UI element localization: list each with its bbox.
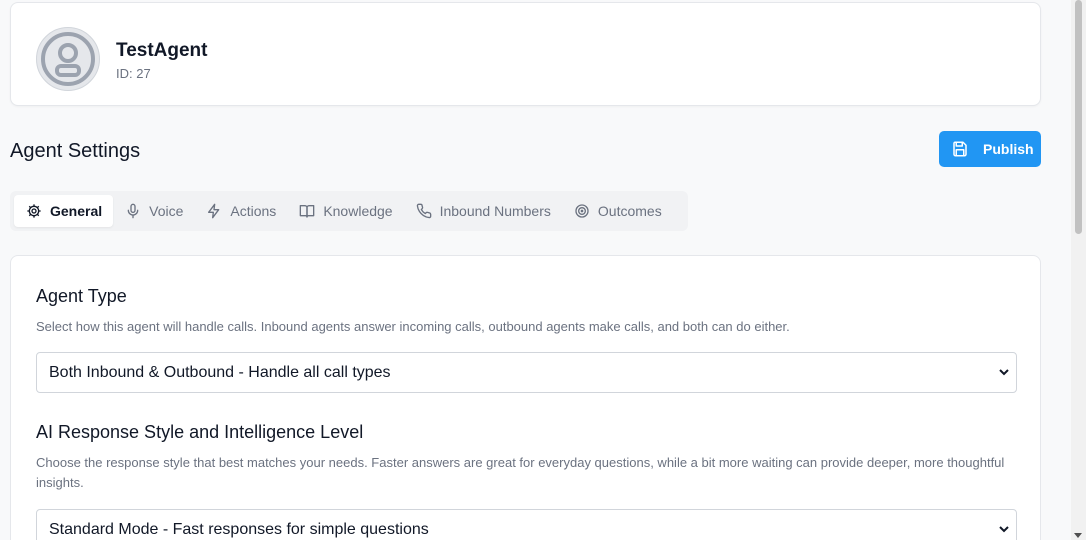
tab-knowledge[interactable]: Knowledge	[287, 195, 403, 227]
tab-label: Outcomes	[597, 203, 662, 219]
publish-button[interactable]: Publish	[939, 131, 1041, 167]
agent-type-title: Agent Type	[36, 286, 127, 306]
tab-label: Actions	[230, 203, 277, 219]
target-icon	[574, 203, 590, 219]
tab-general[interactable]: General	[14, 195, 114, 227]
response-style-title: AI Response Style and Intelligence Level	[36, 422, 364, 442]
page-scrollbar[interactable]	[1071, 0, 1086, 540]
scroll-down-arrow-icon[interactable]	[1074, 533, 1082, 538]
avatar	[36, 27, 100, 91]
page-title: Agent Settings	[10, 140, 141, 162]
tab-outcomes[interactable]: Outcomes	[562, 195, 673, 227]
settings-tabs: General Voice Actions Knowledge Inbound …	[10, 191, 688, 231]
microphone-icon	[125, 203, 141, 219]
tab-label: Voice	[149, 203, 184, 219]
tab-voice[interactable]: Voice	[113, 195, 194, 227]
tab-label: Knowledge	[323, 203, 393, 219]
save-icon	[951, 140, 969, 158]
agent-type-selected-value: Both Inbound & Outbound - Handle all cal…	[49, 363, 391, 381]
scrollbar-thumb[interactable]	[1075, 0, 1082, 234]
gear-icon	[26, 203, 42, 219]
phone-icon	[416, 203, 432, 219]
tab-label: General	[50, 203, 103, 219]
chevron-down-icon	[999, 526, 1009, 533]
page: TestAgent ID: 27 Agent Settings Publish …	[0, 0, 1086, 540]
response-style-select[interactable]: Standard Mode - Fast responses for simpl…	[36, 509, 1017, 540]
response-style-selected-value: Standard Mode - Fast responses for simpl…	[49, 520, 429, 538]
tab-inbound-numbers[interactable]: Inbound Numbers	[404, 195, 562, 227]
agent-header-card: TestAgent ID: 27	[10, 2, 1041, 106]
publish-label: Publish	[983, 141, 1034, 157]
lightning-icon	[206, 203, 222, 219]
agent-name: TestAgent	[116, 40, 208, 61]
chevron-down-icon	[999, 369, 1009, 376]
agent-type-select[interactable]: Both Inbound & Outbound - Handle all cal…	[36, 352, 1017, 393]
agent-id: ID: 27	[116, 66, 151, 81]
tab-actions[interactable]: Actions	[194, 195, 287, 227]
book-icon	[299, 203, 315, 219]
user-icon	[41, 32, 95, 86]
agent-type-description: Select how this agent will handle calls.…	[36, 319, 790, 334]
tab-label: Inbound Numbers	[439, 203, 551, 219]
general-settings-card: Agent Type Select how this agent will ha…	[10, 255, 1041, 540]
response-style-description: Choose the response style that best matc…	[36, 455, 1005, 490]
